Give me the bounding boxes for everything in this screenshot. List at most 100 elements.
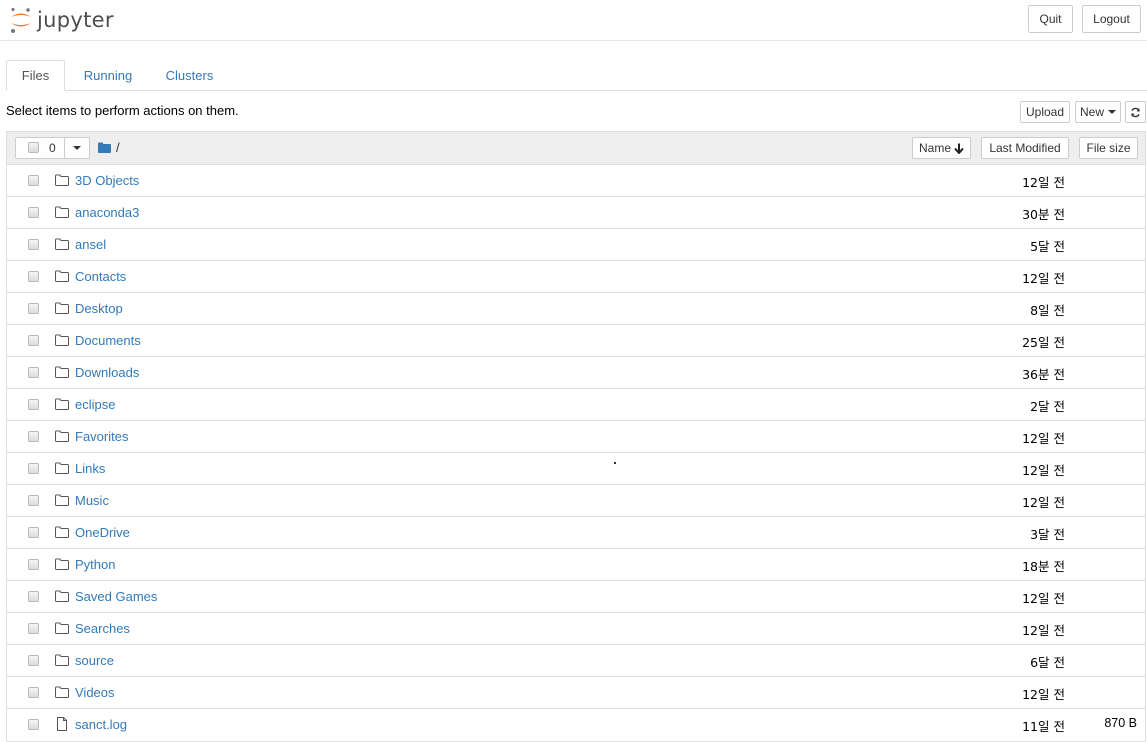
folder-outline-icon xyxy=(55,270,69,282)
tab-running[interactable]: Running xyxy=(73,60,143,90)
file-row[interactable]: sanct.log 11일 전 870 B xyxy=(7,709,1145,741)
breadcrumb[interactable]: / xyxy=(98,140,120,155)
row-checkbox[interactable] xyxy=(28,623,39,634)
folder-outline-icon xyxy=(55,526,69,538)
row-checkbox[interactable] xyxy=(28,367,39,378)
row-checkbox[interactable] xyxy=(28,719,39,730)
selected-count: 0 xyxy=(49,141,56,155)
folder-row[interactable]: 3D Objects 12일 전 xyxy=(7,165,1145,197)
row-checkbox[interactable] xyxy=(28,655,39,666)
row-checkbox[interactable] xyxy=(28,335,39,346)
item-name-link[interactable]: anaconda3 xyxy=(75,205,139,220)
item-last-modified: 12일 전 xyxy=(1022,495,1065,510)
folder-outline-icon xyxy=(55,590,69,602)
folder-row[interactable]: Desktop 8일 전 xyxy=(7,293,1145,325)
row-checkbox[interactable] xyxy=(28,175,39,186)
item-last-modified: 3달 전 xyxy=(1030,527,1065,542)
row-checkbox[interactable] xyxy=(28,463,39,474)
jupyter-logo[interactable]: jupyter xyxy=(8,4,114,36)
folder-row[interactable]: OneDrive 3달 전 xyxy=(7,517,1145,549)
folder-row[interactable]: Videos 12일 전 xyxy=(7,677,1145,709)
folder-row[interactable]: ansel 5달 전 xyxy=(7,229,1145,261)
item-name-link[interactable]: Music xyxy=(75,493,109,508)
item-name-link[interactable]: eclipse xyxy=(75,397,115,412)
item-last-modified: 36분 전 xyxy=(1022,367,1065,382)
file-icon xyxy=(57,717,67,731)
folder-row[interactable]: Contacts 12일 전 xyxy=(7,261,1145,293)
row-checkbox[interactable] xyxy=(28,431,39,442)
arrow-down-icon xyxy=(954,143,964,154)
item-name-link[interactable]: Videos xyxy=(75,685,115,700)
item-last-modified: 12일 전 xyxy=(1022,591,1065,606)
item-name-link[interactable]: 3D Objects xyxy=(75,173,139,188)
folder-row[interactable]: eclipse 2달 전 xyxy=(7,389,1145,421)
folder-row[interactable]: Saved Games 12일 전 xyxy=(7,581,1145,613)
item-name-link[interactable]: Searches xyxy=(75,621,130,636)
item-name-link[interactable]: OneDrive xyxy=(75,525,130,540)
logout-button[interactable]: Logout xyxy=(1082,5,1141,33)
selection-hint: Select items to perform actions on them. xyxy=(6,103,239,118)
item-last-modified: 12일 전 xyxy=(1022,175,1065,190)
refresh-button[interactable] xyxy=(1125,101,1146,123)
row-checkbox[interactable] xyxy=(28,207,39,218)
tab-files[interactable]: Files xyxy=(6,60,65,91)
tab-bar: Files Running Clusters xyxy=(6,60,1147,91)
row-checkbox[interactable] xyxy=(28,591,39,602)
item-last-modified: 6달 전 xyxy=(1030,655,1065,670)
item-last-modified: 30분 전 xyxy=(1022,207,1065,222)
upload-button[interactable]: Upload xyxy=(1020,101,1070,123)
folder-row[interactable]: source 6달 전 xyxy=(7,645,1145,677)
item-name-link[interactable]: Python xyxy=(75,557,115,572)
select-menu-caret-icon[interactable] xyxy=(73,146,81,150)
folder-row[interactable]: Searches 12일 전 xyxy=(7,613,1145,645)
folder-outline-icon xyxy=(55,558,69,570)
folder-row[interactable]: anaconda3 30분 전 xyxy=(7,197,1145,229)
item-name-link[interactable]: sanct.log xyxy=(75,717,127,732)
item-name-link[interactable]: Desktop xyxy=(75,301,123,316)
item-last-modified: 11일 전 xyxy=(1022,719,1065,734)
folder-outline-icon xyxy=(55,174,69,186)
row-checkbox[interactable] xyxy=(28,527,39,538)
item-name-link[interactable]: Saved Games xyxy=(75,589,157,604)
folder-row[interactable]: Favorites 12일 전 xyxy=(7,421,1145,453)
row-checkbox[interactable] xyxy=(28,303,39,314)
row-checkbox[interactable] xyxy=(28,271,39,282)
row-checkbox[interactable] xyxy=(28,495,39,506)
item-name-link[interactable]: Downloads xyxy=(75,365,139,380)
jupyter-logo-icon xyxy=(8,6,34,34)
item-last-modified: 8일 전 xyxy=(1030,303,1065,318)
folder-row[interactable]: Music 12일 전 xyxy=(7,485,1145,517)
tab-clusters[interactable]: Clusters xyxy=(154,60,225,90)
breadcrumb-root[interactable]: / xyxy=(116,140,120,155)
folder-row[interactable]: Downloads 36분 전 xyxy=(7,357,1145,389)
item-name-link[interactable]: source xyxy=(75,653,114,668)
row-checkbox[interactable] xyxy=(28,239,39,250)
item-name-link[interactable]: ansel xyxy=(75,237,106,252)
new-dropdown-button[interactable]: New xyxy=(1075,101,1121,123)
quit-button[interactable]: Quit xyxy=(1028,5,1073,33)
stray-dot xyxy=(614,462,616,464)
item-name-link[interactable]: Favorites xyxy=(75,429,128,444)
folder-outline-icon xyxy=(55,366,69,378)
row-checkbox[interactable] xyxy=(28,687,39,698)
folder-row[interactable]: Links 12일 전 xyxy=(7,453,1145,485)
item-last-modified: 12일 전 xyxy=(1022,687,1065,702)
item-name-link[interactable]: Documents xyxy=(75,333,141,348)
row-checkbox[interactable] xyxy=(28,399,39,410)
sort-name-button[interactable]: Name xyxy=(912,137,971,159)
caret-down-icon xyxy=(1108,110,1116,114)
row-checkbox[interactable] xyxy=(28,559,39,570)
folder-row[interactable]: Documents 25일 전 xyxy=(7,325,1145,357)
item-name-link[interactable]: Links xyxy=(75,461,105,476)
folder-outline-icon xyxy=(55,334,69,346)
sort-name-label: Name xyxy=(918,141,951,155)
folder-outline-icon xyxy=(55,206,69,218)
last-modified-header-button[interactable]: Last Modified xyxy=(981,137,1069,159)
folder-outline-icon xyxy=(55,462,69,474)
select-all-control[interactable]: 0 xyxy=(15,137,90,159)
file-size-header-button[interactable]: File size xyxy=(1079,137,1138,159)
item-name-link[interactable]: Contacts xyxy=(75,269,126,284)
folder-row[interactable]: Python 18분 전 xyxy=(7,549,1145,581)
select-all-checkbox[interactable] xyxy=(28,142,39,153)
item-last-modified: 5달 전 xyxy=(1030,239,1065,254)
